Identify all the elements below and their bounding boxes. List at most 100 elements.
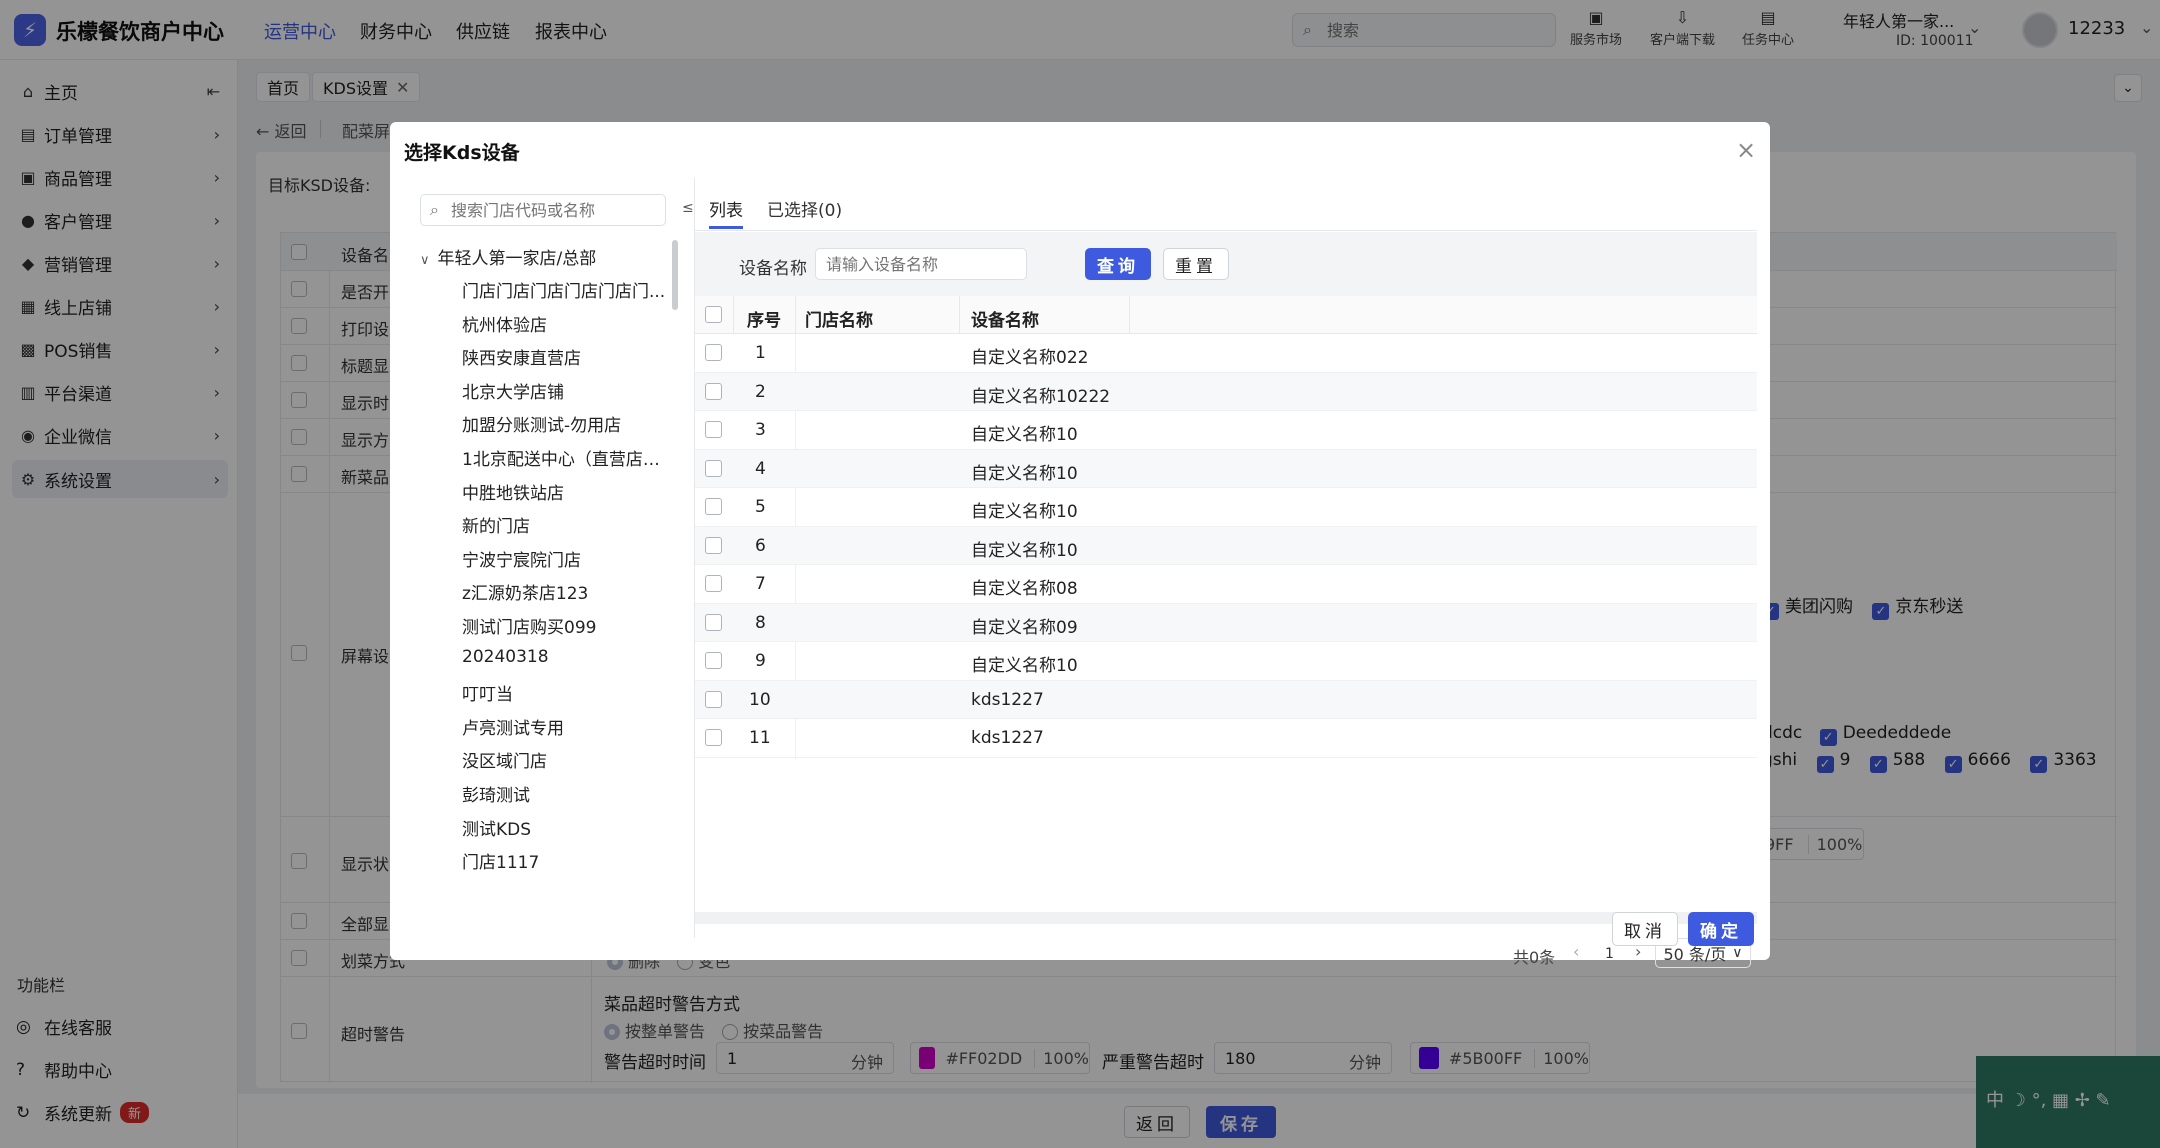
- row-checkbox[interactable]: [705, 498, 722, 515]
- search-icon: ⌕: [430, 200, 439, 219]
- tree-node[interactable]: 杭州体验店: [462, 311, 674, 336]
- device-cell: 自定义名称10: [971, 540, 1078, 561]
- tree-node[interactable]: 门店门店门店门店门店门...: [462, 277, 674, 302]
- tree-node[interactable]: 20240318: [462, 647, 674, 667]
- seq-cell: 2: [755, 381, 766, 402]
- table-row[interactable]: 7 自定义名称08: [695, 565, 1757, 604]
- column-header-store: 门店名称: [805, 311, 873, 331]
- filter-bar: 设备名称 查询 重置: [695, 232, 1757, 296]
- divider: [959, 296, 960, 334]
- tree-scrollbar[interactable]: [672, 240, 678, 310]
- row-checkbox[interactable]: [705, 421, 722, 438]
- select-kds-device-dialog: 选择Kds设备 × ⌕ ≤ ∨ 年轻人第一家店/总部 门店门店门店门店门店门...…: [390, 122, 1770, 968]
- table-row[interactable]: 9 自定义名称10: [695, 642, 1757, 681]
- tree-node[interactable]: 没区域门店: [462, 747, 674, 772]
- seq-cell: 11: [749, 728, 771, 748]
- column-header-device: 设备名称: [971, 311, 1039, 331]
- chevron-down-icon[interactable]: ∨: [420, 253, 430, 268]
- row-checkbox[interactable]: [705, 652, 722, 669]
- seq-cell: 1: [755, 343, 766, 363]
- divider: [795, 296, 796, 334]
- divider: [695, 230, 1757, 231]
- device-panel: 列表 已选择(0) 设备名称 查询 重置 序号 门店名称 设备名称: [695, 178, 1757, 968]
- seq-cell: 4: [755, 458, 766, 479]
- row-checkbox[interactable]: [705, 690, 722, 708]
- table-row[interactable]: 2 自定义名称10222: [695, 372, 1757, 411]
- table-row[interactable]: 11 kds1227: [695, 719, 1757, 758]
- divider: [733, 296, 734, 334]
- tree-node[interactable]: 卢亮测试专用: [462, 714, 674, 739]
- close-icon[interactable]: ×: [1736, 136, 1756, 164]
- tree-node[interactable]: 彭琦测试: [462, 781, 674, 806]
- tree-node[interactable]: z汇源奶茶店123: [462, 579, 674, 604]
- device-cell: 自定义名称10222: [971, 386, 1111, 407]
- table-header: 序号 门店名称 设备名称: [695, 296, 1757, 334]
- row-checkbox[interactable]: [705, 536, 722, 554]
- tree-node[interactable]: 中胜地铁站店: [462, 479, 674, 504]
- table-row[interactable]: 8 自定义名称09: [695, 603, 1757, 642]
- seq-cell: 10: [749, 689, 771, 710]
- table-row[interactable]: 6 自定义名称10: [695, 526, 1757, 565]
- row-checkbox[interactable]: [705, 729, 722, 746]
- device-cell: 自定义名称10: [971, 425, 1078, 445]
- tree-node[interactable]: 新的门店: [462, 512, 674, 537]
- tree-node[interactable]: 陕西安康直营店: [462, 344, 674, 369]
- column-header-seq: 序号: [747, 311, 781, 331]
- device-cell: kds1227: [971, 689, 1044, 710]
- tree-root-label: 年轻人第一家店/总部: [437, 249, 597, 269]
- tree-node[interactable]: 1北京配送中心（直营店）...: [462, 445, 674, 470]
- cancel-button[interactable]: 取消: [1612, 912, 1678, 946]
- device-cell: kds1227: [971, 728, 1044, 748]
- tree-root[interactable]: ∨ 年轻人第一家店/总部: [420, 244, 596, 269]
- row-checkbox[interactable]: [705, 459, 722, 477]
- seq-cell: 9: [755, 651, 766, 671]
- tab-selected[interactable]: 已选择(0): [767, 196, 842, 221]
- tree-node[interactable]: 测试门店购买099: [462, 613, 674, 638]
- confirm-button[interactable]: 确定: [1688, 912, 1754, 946]
- select-all-checkbox[interactable]: [705, 306, 722, 323]
- pagination: 共0条 ‹ 1 › 50 条/页 ∨: [695, 924, 1757, 974]
- tree-node[interactable]: 加盟分账测试-勿用店: [462, 411, 674, 436]
- seq-cell: 3: [755, 420, 766, 440]
- tree-node[interactable]: 北京大学店铺: [462, 378, 674, 403]
- tree-node[interactable]: 宁波宁宸院门店: [462, 546, 674, 571]
- seq-cell: 8: [755, 612, 766, 633]
- row-checkbox[interactable]: [705, 575, 722, 592]
- tree-node[interactable]: 叮叮当: [462, 680, 674, 705]
- device-name-label: 设备名称: [739, 259, 807, 279]
- device-cell: 自定义名称08: [971, 579, 1078, 599]
- store-search[interactable]: ⌕: [420, 194, 666, 226]
- tab-list[interactable]: 列表: [709, 196, 743, 221]
- seq-cell: 6: [755, 535, 766, 556]
- row-checkbox[interactable]: [705, 344, 722, 361]
- seq-cell: 5: [755, 497, 766, 517]
- store-tree: ∨ 年轻人第一家店/总部 门店门店门店门店门店门... 杭州体验店 陕西安康直营店…: [420, 244, 682, 954]
- table-row[interactable]: 3 自定义名称10: [695, 411, 1757, 450]
- device-name-input[interactable]: [815, 248, 1027, 280]
- seq-cell: 7: [755, 574, 766, 594]
- row-checkbox[interactable]: [705, 382, 722, 400]
- dialog-title: 选择Kds设备: [404, 142, 520, 164]
- pagination-total: 共0条: [1513, 948, 1556, 967]
- divider: [1129, 296, 1130, 334]
- table-row[interactable]: 4 自定义名称10: [695, 449, 1757, 488]
- chevron-down-icon: ∨: [1732, 945, 1743, 961]
- query-button[interactable]: 查询: [1085, 248, 1151, 280]
- device-cell: 自定义名称10: [971, 656, 1078, 676]
- device-cell: 自定义名称10: [971, 502, 1078, 522]
- row-checkbox[interactable]: [705, 613, 722, 631]
- chevron-left-icon[interactable]: ‹: [1573, 942, 1579, 961]
- table-row[interactable]: 5 自定义名称10: [695, 488, 1757, 527]
- table-row[interactable]: 10 kds1227: [695, 680, 1757, 719]
- tree-toggle-icon[interactable]: ≤: [682, 200, 694, 216]
- store-search-input[interactable]: [451, 199, 657, 221]
- reset-button[interactable]: 重置: [1163, 248, 1229, 280]
- table-row[interactable]: 1 自定义名称022: [695, 334, 1757, 373]
- tree-node[interactable]: 门店1117: [462, 848, 674, 873]
- pagination-page[interactable]: 1: [1605, 946, 1614, 962]
- device-cell: 自定义名称09: [971, 617, 1078, 638]
- tree-node[interactable]: 测试KDS: [462, 815, 674, 840]
- device-table: 序号 门店名称 设备名称 1 自定义名称022 2 自定义名称10222 3 自…: [695, 296, 1757, 759]
- active-tab-indicator: [709, 226, 743, 229]
- horizontal-scrollbar[interactable]: [695, 912, 1757, 924]
